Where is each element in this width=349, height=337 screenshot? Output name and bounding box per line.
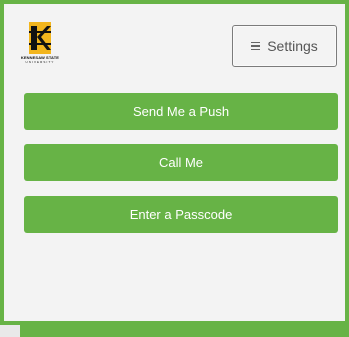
send-push-label: Send Me a Push (132, 104, 230, 119)
settings-button[interactable]: Settings (232, 25, 337, 67)
bottom-accent-bar (20, 325, 349, 337)
send-push-button[interactable]: Send Me a Push (24, 93, 338, 130)
call-me-label: Call Me (158, 155, 204, 170)
auth-prompt-frame: KENNESAW STATE UNIVERSITY Settings Send … (0, 0, 349, 325)
enter-passcode-label: Enter a Passcode (129, 207, 233, 222)
logo-subtitle: UNIVERSITY (25, 60, 55, 64)
hamburger-icon (251, 42, 261, 50)
call-me-button[interactable]: Call Me (24, 144, 338, 181)
settings-label: Settings (267, 38, 318, 54)
ksu-emblem-icon (29, 22, 51, 54)
enter-passcode-button[interactable]: Enter a Passcode (24, 196, 338, 233)
university-logo: KENNESAW STATE UNIVERSITY (18, 22, 62, 64)
